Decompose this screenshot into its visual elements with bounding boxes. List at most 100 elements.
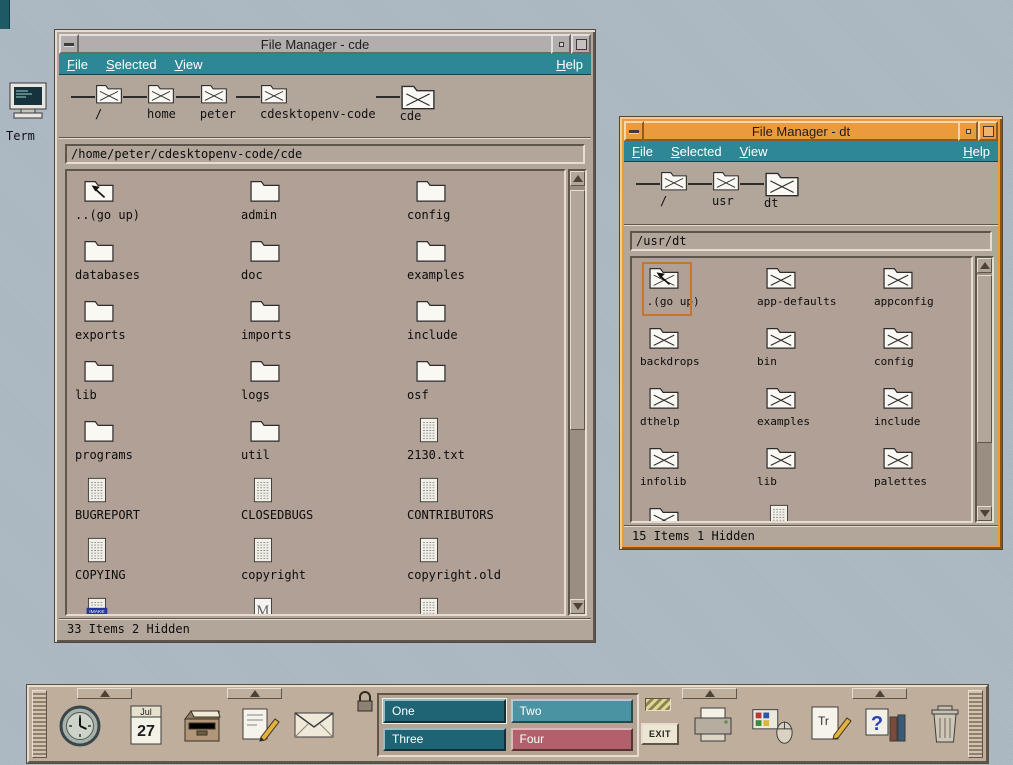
scroll-up-button[interactable]	[977, 258, 992, 273]
menu-item[interactable]: Selected	[671, 144, 722, 159]
scroll-down-button[interactable]	[570, 599, 585, 614]
scrollbar-thumb[interactable]	[570, 190, 585, 430]
vertical-scrollbar[interactable]	[975, 256, 994, 523]
file-item[interactable]: IMAKE M config	[407, 177, 566, 237]
file-item[interactable]: IMAKE M	[757, 504, 874, 523]
file-item[interactable]: IMAKE M examples	[407, 237, 566, 297]
path-segment[interactable]: peter	[176, 81, 236, 121]
scrollbar-track[interactable]	[570, 186, 585, 599]
file-item[interactable]: IMAKE M copyright.old	[407, 537, 566, 597]
path-text-field[interactable]: /usr/dt	[630, 231, 992, 251]
file-item[interactable]: IMAKE M dthelp	[640, 384, 757, 444]
titlebar[interactable]: File Manager - dt	[624, 121, 998, 141]
file-item[interactable]: IMAKE M CONTRIBUTORS	[407, 477, 566, 537]
file-item[interactable]: IMAKE M config	[874, 324, 973, 384]
file-item[interactable]: IMAKE M lib	[75, 357, 241, 417]
file-item[interactable]: IMAKE M backdrops	[640, 324, 757, 384]
window-menu-button[interactable]	[624, 121, 644, 141]
calendar-control[interactable]: Jul 27	[123, 703, 169, 753]
file-item[interactable]: IMAKE M include	[407, 297, 566, 357]
workspace-button[interactable]: One	[383, 699, 506, 723]
file-item[interactable]: IMAKE M lib	[757, 444, 874, 504]
menu-help[interactable]: Help	[556, 57, 583, 72]
trash-control[interactable]	[922, 703, 968, 753]
file-item[interactable]: IMAKE M exports	[75, 297, 241, 357]
file-item[interactable]: IMAKE M databases	[75, 237, 241, 297]
menu-item[interactable]: View	[175, 57, 203, 72]
minimize-button[interactable]	[958, 121, 978, 141]
menu-item[interactable]: File	[67, 57, 88, 72]
menu-item[interactable]: View	[740, 144, 768, 159]
path-text-field[interactable]: /home/peter/cdesktopenv-code/cde	[65, 144, 585, 164]
menu-item[interactable]: File	[632, 144, 653, 159]
file-item[interactable]: IMAKE M doc	[241, 237, 407, 297]
minimize-button[interactable]	[551, 34, 571, 54]
file-item[interactable]: IMAKE M app-defaults	[757, 264, 874, 324]
file-item[interactable]: IMAKE M CLOSEDBUGS	[241, 477, 407, 537]
path-segment[interactable]: dt	[740, 168, 800, 210]
titlebar[interactable]: File Manager - cde	[59, 34, 591, 54]
scrollbar-thumb[interactable]	[977, 275, 992, 443]
file-item[interactable]: IMAKE M 2130.txt	[407, 417, 566, 477]
file-item[interactable]: IMAKE M COPYING	[75, 537, 241, 597]
file-item[interactable]: IMAKE M	[407, 597, 566, 616]
file-item[interactable]: IMAKE M BUGREPORT	[75, 477, 241, 537]
subpanel-arrow-help[interactable]	[852, 688, 907, 699]
file-item[interactable]: IMAKE M osf	[407, 357, 566, 417]
path-segment[interactable]: usr	[688, 168, 740, 208]
path-segment[interactable]: /	[71, 81, 123, 121]
workspace-button[interactable]: Two	[511, 699, 634, 723]
workspace-button[interactable]: Three	[383, 728, 506, 752]
path-segment[interactable]: home	[123, 81, 176, 121]
file-item[interactable]: IMAKE M copyright	[241, 537, 407, 597]
file-item[interactable]: IMAKE M palettes	[874, 444, 973, 504]
file-item[interactable]: IMAKE M	[640, 504, 757, 523]
file-manager-control[interactable]	[179, 703, 225, 753]
file-item[interactable]: IMAKE M	[75, 597, 241, 616]
subpanel-arrow-printer[interactable]	[682, 688, 737, 699]
file-item[interactable]: IMAKE M	[241, 597, 407, 616]
file-item[interactable]: IMAKE M imports	[241, 297, 407, 357]
scrollbar-track[interactable]	[977, 273, 992, 506]
terminal-desktop-icon[interactable]: Term	[6, 82, 58, 143]
exit-button[interactable]: EXIT	[641, 723, 679, 745]
style-manager-control[interactable]	[749, 703, 795, 753]
printer-control[interactable]	[690, 703, 736, 753]
mail-control[interactable]	[291, 703, 337, 753]
help-control[interactable]: ?	[862, 703, 908, 753]
path-segment[interactable]: cdesktopenv-code	[236, 81, 376, 121]
file-item[interactable]: IMAKE M util	[241, 417, 407, 477]
text-editor-control[interactable]: Tr	[806, 703, 852, 753]
file-item[interactable]: IMAKE M examples	[757, 384, 874, 444]
file-item[interactable]: IMAKE M appconfig	[874, 264, 973, 324]
scroll-down-button[interactable]	[977, 506, 992, 521]
window-menu-button[interactable]	[59, 34, 79, 54]
file-item[interactable]: IMAKE M programs	[75, 417, 241, 477]
workspace-button[interactable]: Four	[511, 728, 634, 752]
file-item[interactable]: IMAKE M infolib	[640, 444, 757, 504]
maximize-button[interactable]	[571, 34, 591, 54]
path-segment[interactable]: cde	[376, 81, 436, 123]
panel-handle-left[interactable]	[32, 690, 47, 758]
panel-handle-right[interactable]	[968, 690, 983, 758]
file-item[interactable]: IMAKE M logs	[241, 357, 407, 417]
scroll-up-button[interactable]	[570, 171, 585, 186]
file-item[interactable]: IMAKE M ..(go up)	[75, 177, 241, 237]
file-item[interactable]: IMAKE M include	[874, 384, 973, 444]
subpanel-arrow-mail[interactable]	[227, 688, 282, 699]
window-title[interactable]: File Manager - cde	[79, 34, 551, 54]
window-title[interactable]: File Manager - dt	[644, 121, 958, 141]
clock-control[interactable]	[57, 703, 103, 753]
menu-item[interactable]: Selected	[106, 57, 157, 72]
vertical-scrollbar[interactable]	[568, 169, 587, 616]
lock-control[interactable]	[354, 690, 376, 714]
subpanel-arrow-calendar[interactable]	[77, 688, 132, 699]
file-item[interactable]: IMAKE M ..(go up)	[640, 264, 757, 324]
maximize-button[interactable]	[978, 121, 998, 141]
file-item[interactable]: IMAKE M bin	[757, 324, 874, 384]
file-item[interactable]: IMAKE M admin	[241, 177, 407, 237]
menu-help[interactable]: Help	[963, 144, 990, 159]
path-segment[interactable]: /	[636, 168, 688, 208]
file-item-icon: IMAKE M	[249, 237, 289, 265]
text-note-control[interactable]	[235, 703, 281, 753]
